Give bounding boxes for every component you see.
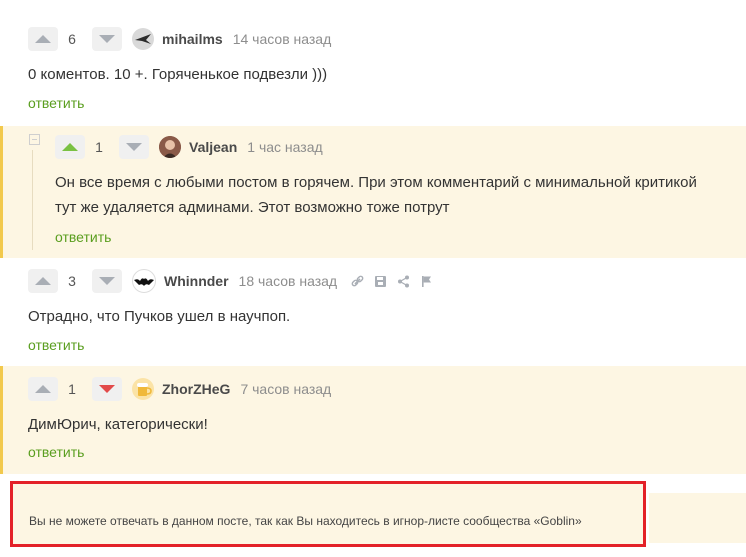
reply-link[interactable]: ответить: [28, 444, 84, 460]
arrow-up-icon: [35, 385, 51, 393]
upvote-button[interactable]: [28, 27, 58, 51]
comment-zhorzheg: 1 ZhorZHeG 7 часов назад ДимЮрич, катего…: [0, 366, 746, 474]
share-icon[interactable]: [397, 275, 410, 288]
comment-text: Отрадно, что Пучков ушел в научпоп.: [28, 308, 291, 325]
username[interactable]: ZhorZHeG: [162, 381, 230, 397]
arrow-down-icon: [126, 143, 142, 151]
downvote-button[interactable]: [92, 269, 122, 293]
timestamp[interactable]: 7 часов назад: [240, 381, 331, 397]
timestamp[interactable]: 1 час назад: [247, 139, 322, 155]
comment-score: 1: [68, 381, 76, 397]
avatar[interactable]: [132, 269, 156, 293]
timestamp[interactable]: 14 часов назад: [233, 31, 332, 47]
reply-link[interactable]: ответить: [28, 95, 84, 111]
notice-background: [649, 493, 746, 543]
arrow-down-icon: [99, 277, 115, 285]
link-icon[interactable]: [351, 275, 364, 288]
save-icon[interactable]: [374, 275, 387, 288]
reply-link[interactable]: ответить: [55, 229, 111, 245]
upvote-button[interactable]: [28, 377, 58, 401]
avatar[interactable]: [132, 378, 154, 400]
reply-link[interactable]: ответить: [28, 337, 84, 353]
comment-score: 1: [95, 139, 103, 155]
notice-text: Вы не можете отвечать в данном посте, та…: [29, 514, 582, 528]
username[interactable]: Valjean: [189, 139, 237, 155]
downvote-button[interactable]: [119, 135, 149, 159]
downvote-button[interactable]: [92, 377, 122, 401]
comment-header: 1 Valjean 1 час назад: [55, 134, 323, 160]
arrow-up-icon: [35, 35, 51, 43]
thread-line: [32, 150, 33, 250]
collapse-toggle[interactable]: [29, 134, 40, 145]
upvote-button[interactable]: [28, 269, 58, 293]
comment-valjean: 1 Valjean 1 час назад Он все время с люб…: [0, 126, 746, 258]
comment-text-line-2: тут же удаляется админами. Этот возможно…: [55, 199, 450, 216]
comment-header: 1 ZhorZHeG 7 часов назад: [28, 376, 331, 402]
username[interactable]: Whinnder: [164, 273, 229, 289]
comment-mihailms: 6 mihailms 14 часов назад 0 коментов. 10…: [0, 0, 746, 118]
comment-text-line-1: Он все время с любыми постом в горячем. …: [55, 174, 697, 191]
bat-avatar-icon: [134, 278, 154, 286]
arrow-down-icon: [99, 385, 115, 393]
comment-header: 6 mihailms 14 часов назад: [28, 26, 331, 52]
arrow-down-icon: [99, 35, 115, 43]
bird-avatar-icon: [135, 34, 151, 44]
comment-text: ДимЮрич, категорически!: [28, 416, 208, 433]
timestamp[interactable]: 18 часов назад: [239, 273, 338, 289]
comment-text: 0 коментов. 10 +. Горяченькое подвезли )…: [28, 66, 328, 83]
flag-icon[interactable]: [420, 275, 433, 288]
avatar[interactable]: [132, 28, 154, 50]
comment-header: 3 Whinnder 18 часов назад: [28, 268, 433, 294]
beer-avatar-icon: [137, 383, 152, 396]
comment-tools: [351, 275, 433, 288]
arrow-up-icon: [62, 143, 78, 151]
comment-score: 3: [68, 273, 76, 289]
face-avatar-icon: [159, 136, 181, 158]
ignore-list-notice: Вы не можете отвечать в данном посте, та…: [10, 481, 646, 547]
upvote-button[interactable]: [55, 135, 85, 159]
downvote-button[interactable]: [92, 27, 122, 51]
comment-score: 6: [68, 31, 76, 47]
arrow-up-icon: [35, 277, 51, 285]
avatar[interactable]: [159, 136, 181, 158]
username[interactable]: mihailms: [162, 31, 223, 47]
comment-whinnder: 3 Whinnder 18 часов назад Отрадно, что П…: [0, 262, 746, 362]
